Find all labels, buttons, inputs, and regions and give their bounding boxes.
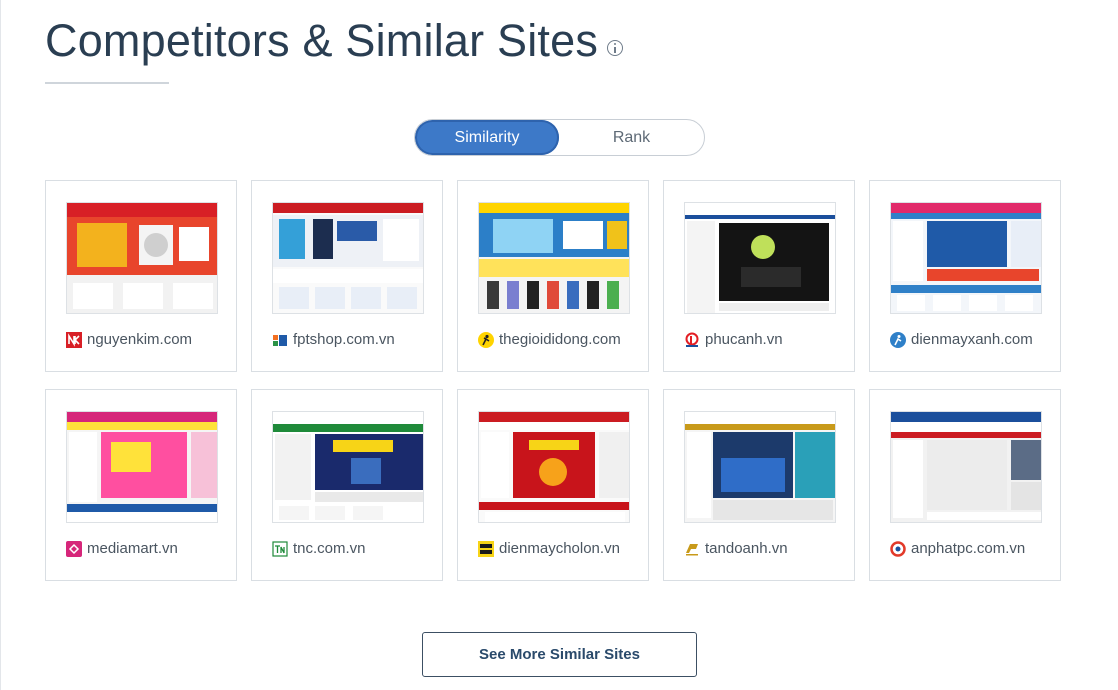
site-card[interactable]: dienmaycholon.vn [457, 389, 649, 581]
site-card[interactable]: thegioididong.com [457, 180, 649, 372]
page-left-border [0, 0, 1, 690]
tnc-favicon [272, 540, 288, 557]
site-card[interactable]: nguyenkim.com [45, 180, 237, 372]
site-screenshot [890, 411, 1042, 523]
site-info: phucanh.vn [684, 331, 783, 348]
fptshop-favicon [272, 332, 288, 348]
mediamart-favicon [66, 540, 82, 557]
site-card[interactable]: dienmayxanh.com [869, 180, 1061, 372]
site-domain[interactable]: tandoanh.vn [705, 540, 788, 557]
site-info: nguyenkim.com [66, 331, 192, 348]
site-card[interactable]: tnc.com.vn [251, 389, 443, 581]
section-header: Competitors & Similar Sites [45, 14, 624, 68]
site-domain[interactable]: thegioididong.com [499, 331, 621, 348]
site-screenshot [272, 411, 424, 523]
site-domain[interactable]: dienmayxanh.com [911, 331, 1033, 348]
site-info: tnc.com.vn [272, 540, 366, 557]
site-domain[interactable]: mediamart.vn [87, 540, 178, 557]
site-info: dienmaycholon.vn [478, 540, 620, 557]
title-underline [45, 82, 169, 84]
thegioididong-favicon [478, 331, 494, 348]
site-info: tandoanh.vn [684, 540, 788, 557]
site-card[interactable]: anphatpc.com.vn [869, 389, 1061, 581]
nguyenkim-favicon [66, 331, 82, 348]
anphatpc-favicon [890, 540, 906, 557]
site-card[interactable]: tandoanh.vn [663, 389, 855, 581]
site-info: anphatpc.com.vn [890, 540, 1025, 557]
info-icon[interactable] [607, 40, 624, 56]
site-screenshot [684, 202, 836, 314]
phucanh-favicon [684, 332, 700, 348]
site-card[interactable]: fptshop.com.vn [251, 180, 443, 372]
see-more-similar-sites-button[interactable]: See More Similar Sites [422, 632, 697, 677]
site-domain[interactable]: fptshop.com.vn [293, 331, 395, 348]
site-domain[interactable]: tnc.com.vn [293, 540, 366, 557]
site-screenshot [478, 202, 630, 314]
site-screenshot [272, 202, 424, 314]
dienmayxanh-favicon [890, 331, 906, 348]
site-info: thegioididong.com [478, 331, 621, 348]
site-info: fptshop.com.vn [272, 331, 395, 348]
site-screenshot [478, 411, 630, 523]
site-screenshot [684, 411, 836, 523]
site-info: dienmayxanh.com [890, 331, 1033, 348]
toggle-rank[interactable]: Rank [559, 120, 704, 155]
dienmaycholon-favicon [478, 540, 494, 557]
site-info: mediamart.vn [66, 540, 178, 557]
site-card[interactable]: mediamart.vn [45, 389, 237, 581]
site-screenshot [66, 202, 218, 314]
tandoanh-favicon [684, 541, 700, 557]
site-screenshot [890, 202, 1042, 314]
site-domain[interactable]: nguyenkim.com [87, 331, 192, 348]
site-card[interactable]: phucanh.vn [663, 180, 855, 372]
site-domain[interactable]: dienmaycholon.vn [499, 540, 620, 557]
page-title: Competitors & Similar Sites [45, 15, 599, 66]
competitor-grid: nguyenkim.com fptshop.com.vn thegioidido… [45, 180, 1061, 581]
site-screenshot [66, 411, 218, 523]
site-domain[interactable]: anphatpc.com.vn [911, 540, 1025, 557]
sort-toggle: Similarity Rank [414, 119, 705, 156]
site-domain[interactable]: phucanh.vn [705, 331, 783, 348]
toggle-similarity[interactable]: Similarity [415, 120, 559, 155]
